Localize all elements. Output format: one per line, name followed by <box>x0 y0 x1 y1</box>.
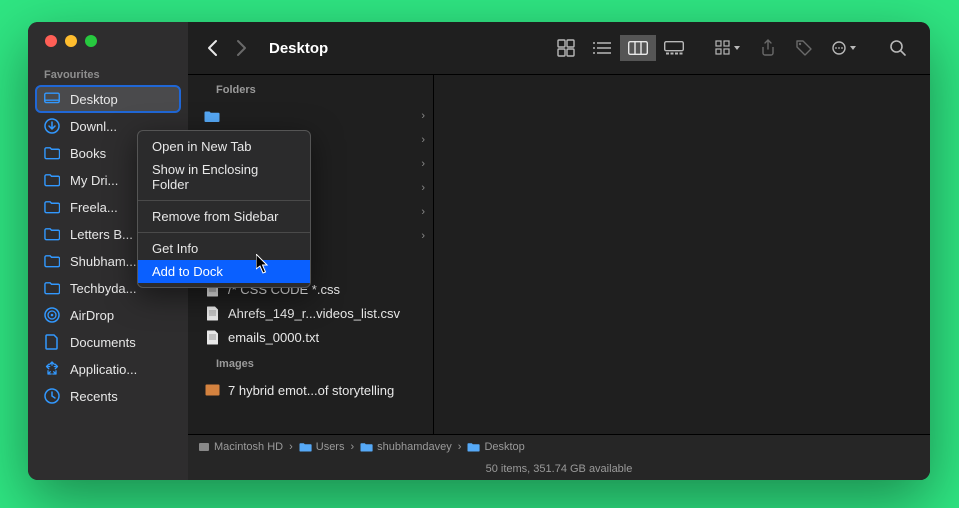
menu-item-open-in-new-tab[interactable]: Open in New Tab <box>138 135 310 158</box>
folder-icon <box>44 253 60 269</box>
status-text: 50 items, 351.74 GB available <box>486 463 633 475</box>
path-bar: Macintosh HD › Users › shubhamdavey › Desktop <box>188 434 930 458</box>
chevron-right-icon: › <box>421 230 425 242</box>
context-menu: Open in New TabShow in Enclosing Folder R… <box>137 130 311 288</box>
app-icon <box>44 361 60 377</box>
sidebar-item-label: Desktop <box>70 92 118 107</box>
document-icon <box>44 334 60 350</box>
chevron-right-icon: › <box>421 158 425 170</box>
folder-icon <box>44 145 60 161</box>
folder-icon <box>44 280 60 296</box>
chevron-right-icon: › <box>421 134 425 146</box>
sidebar-item-label: Applicatio... <box>70 362 137 377</box>
zoom-button[interactable] <box>85 35 97 47</box>
path-segment[interactable]: Desktop <box>467 441 524 453</box>
view-mode-group <box>548 35 692 61</box>
chevron-right-icon: › <box>421 110 425 122</box>
chevron-right-icon: › <box>458 441 462 453</box>
tags-button[interactable] <box>786 35 822 61</box>
folder-icon <box>44 172 60 188</box>
file-icon <box>204 329 220 345</box>
menu-item-show-in-enclosing-folder[interactable]: Show in Enclosing Folder <box>138 158 310 196</box>
image-icon <box>204 382 220 398</box>
chevron-right-icon: › <box>421 182 425 194</box>
window-title: Desktop <box>269 40 542 57</box>
file-icon <box>204 305 220 321</box>
chevron-right-icon: › <box>421 206 425 218</box>
list-item[interactable]: emails_0000.txt <box>188 325 433 349</box>
chevron-right-icon: › <box>350 441 354 453</box>
sidebar-item-label: Techbyda... <box>70 281 137 296</box>
sidebar-item-label: Letters B... <box>70 227 133 242</box>
sidebar-item-label: Shubham... <box>70 254 137 269</box>
action-button[interactable] <box>822 35 866 61</box>
close-button[interactable] <box>45 35 57 47</box>
list-item[interactable]: 7 hybrid emot...of storytelling <box>188 378 433 402</box>
finder-window: Favourites Desktop Downl... Books My Dri...… <box>28 22 930 480</box>
group-by-button[interactable] <box>706 35 750 61</box>
path-segment[interactable]: Macintosh HD <box>198 441 283 453</box>
clock-icon <box>44 388 60 404</box>
status-bar: 50 items, 351.74 GB available <box>188 458 930 480</box>
folder-icon <box>44 226 60 242</box>
menu-separator <box>138 200 310 201</box>
item-label: 7 hybrid emot...of storytelling <box>228 383 394 398</box>
section-header: Folders <box>188 75 433 104</box>
folder-icon <box>44 199 60 215</box>
sidebar-item-applicatio[interactable]: Applicatio... <box>36 356 180 382</box>
sidebar-item-documents[interactable]: Documents <box>36 329 180 355</box>
forward-button[interactable] <box>236 39 247 57</box>
traffic-lights <box>28 35 188 47</box>
sidebar-item-label: Books <box>70 146 106 161</box>
sidebar-item-airdrop[interactable]: AirDrop <box>36 302 180 328</box>
desktop-icon <box>44 91 60 107</box>
menu-item-get-info[interactable]: Get Info <box>138 237 310 260</box>
list-item[interactable]: Ahrefs_149_r...videos_list.csv <box>188 301 433 325</box>
list-item[interactable]: › <box>188 104 433 128</box>
toolbar: Desktop <box>188 22 930 74</box>
item-label: emails_0000.txt <box>228 330 319 345</box>
chevron-right-icon: › <box>289 441 293 453</box>
path-segment[interactable]: shubhamdavey <box>360 441 452 453</box>
download-icon <box>44 118 60 134</box>
section-header: Images <box>188 349 433 378</box>
column-view-button[interactable] <box>620 35 656 61</box>
cursor-icon <box>256 254 270 274</box>
sidebar-item-label: Recents <box>70 389 118 404</box>
sidebar-item-label: Freela... <box>70 200 118 215</box>
minimize-button[interactable] <box>65 35 77 47</box>
sidebar-item-recents[interactable]: Recents <box>36 383 180 409</box>
sidebar-section-label: Favourites <box>28 69 188 81</box>
sidebar-item-label: Downl... <box>70 119 117 134</box>
gallery-view-button[interactable] <box>656 35 692 61</box>
menu-separator <box>138 232 310 233</box>
folder-icon <box>204 108 220 124</box>
sidebar-item-desktop[interactable]: Desktop <box>36 86 180 112</box>
back-button[interactable] <box>207 39 218 57</box>
icon-view-button[interactable] <box>548 35 584 61</box>
sidebar-item-label: My Dri... <box>70 173 118 188</box>
search-button[interactable] <box>880 35 916 61</box>
share-button[interactable] <box>750 35 786 61</box>
sidebar-item-label: Documents <box>70 335 136 350</box>
airdrop-icon <box>44 307 60 323</box>
item-label: Ahrefs_149_r...videos_list.csv <box>228 306 400 321</box>
list-view-button[interactable] <box>584 35 620 61</box>
sidebar-item-label: AirDrop <box>70 308 114 323</box>
menu-item-remove-from-sidebar[interactable]: Remove from Sidebar <box>138 205 310 228</box>
menu-item-add-to-dock[interactable]: Add to Dock <box>138 260 310 283</box>
path-segment[interactable]: Users <box>299 441 345 453</box>
